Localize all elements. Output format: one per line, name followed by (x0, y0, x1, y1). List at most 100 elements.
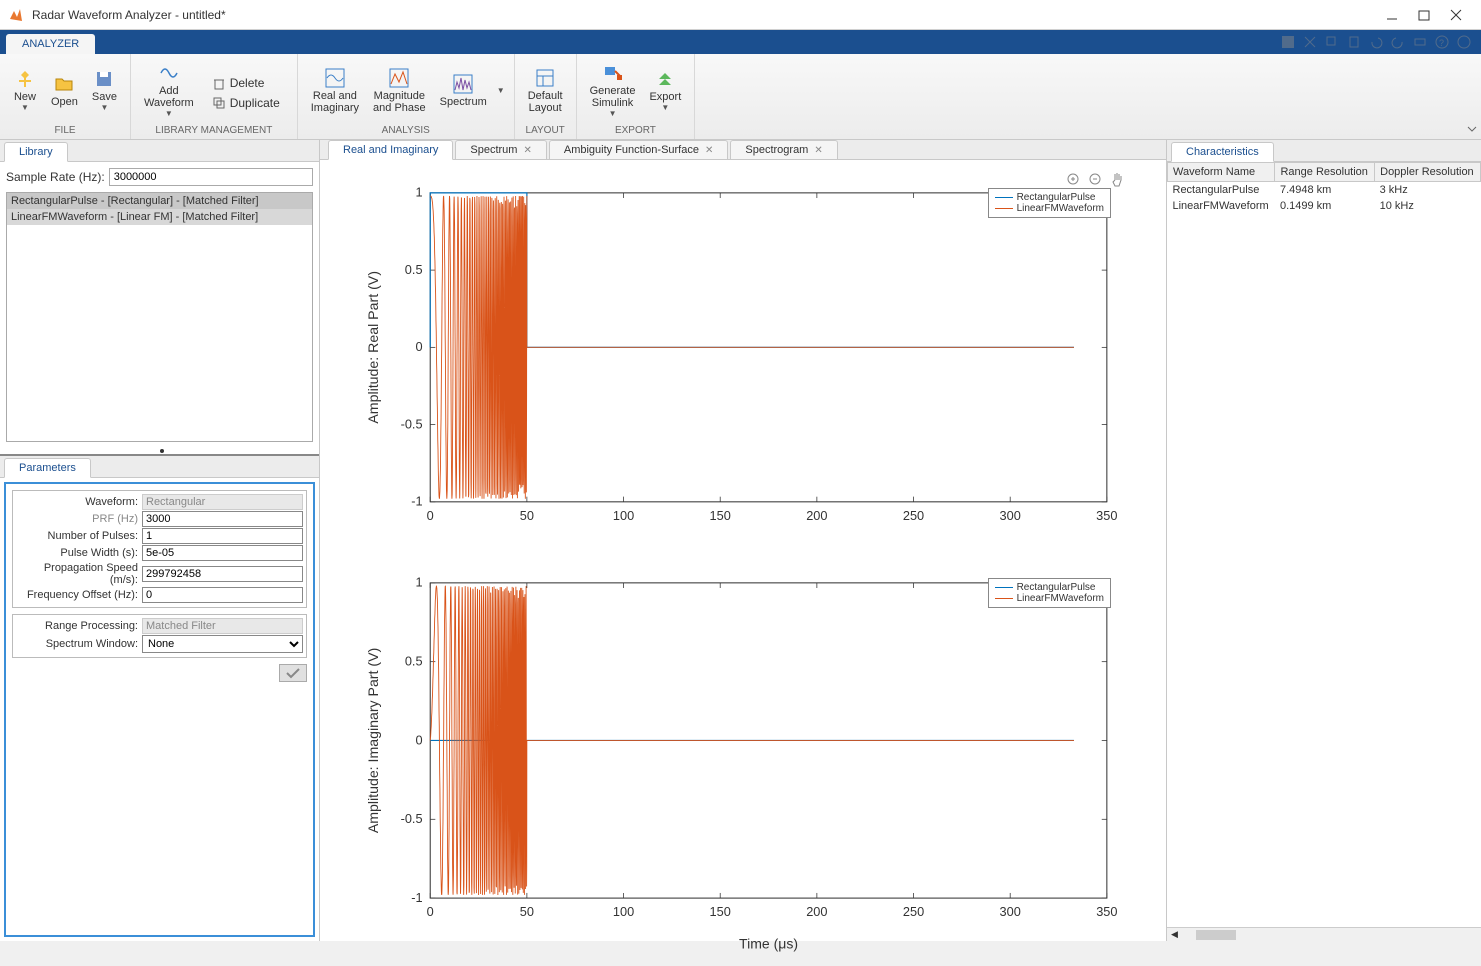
svg-text:200: 200 (806, 508, 827, 523)
magnitude-phase-button[interactable]: Magnitude and Phase (366, 65, 433, 117)
save-icon (94, 69, 114, 89)
save-button[interactable]: Save▼ (85, 66, 124, 115)
characteristics-tabbar: Characteristics (1167, 140, 1481, 162)
close-icon[interactable]: ✕ (814, 145, 822, 156)
svg-text:0: 0 (415, 733, 422, 748)
table-row[interactable]: LinearFMWaveform0.1499 km10 kHz (1168, 198, 1481, 214)
svg-text:0.5: 0.5 (405, 262, 423, 277)
svg-text:300: 300 (1000, 508, 1021, 523)
open-icon (54, 74, 74, 94)
svg-text:200: 200 (806, 905, 827, 920)
dropdown-arrow-icon: ▼ (661, 103, 669, 112)
apply-button[interactable] (279, 664, 307, 682)
svg-text:Amplitude: Real Part (V): Amplitude: Real Part (V) (365, 271, 381, 424)
analyzer-tab[interactable]: ANALYZER (6, 34, 95, 54)
print-icon[interactable] (1413, 35, 1427, 49)
analysis-dropdown[interactable]: ▼ (494, 83, 508, 98)
dropdown-arrow-icon: ▼ (609, 109, 617, 118)
table-row[interactable]: RectangularPulse7.4948 km3 kHz (1168, 182, 1481, 199)
library-group: Add Waveform▼ Delete Duplicate LIBRARY M… (131, 54, 298, 139)
list-item[interactable]: RectangularPulse - [Rectangular] - [Matc… (7, 193, 312, 209)
svg-text:0.5: 0.5 (405, 654, 423, 669)
imaginary-part-plot[interactable]: 050100150200250300350-1-0.500.51Amplitud… (360, 570, 1126, 956)
tab-real-imaginary[interactable]: Real and Imaginary (328, 140, 453, 160)
sample-rate-input[interactable] (109, 168, 313, 186)
tab-spectrogram[interactable]: Spectrogram✕ (730, 140, 837, 159)
range-processing-field (142, 618, 303, 634)
save-icon[interactable] (1281, 35, 1295, 49)
new-icon (15, 69, 35, 89)
layout-icon (535, 68, 555, 88)
close-icon[interactable]: ✕ (705, 145, 713, 156)
more-icon[interactable] (1457, 35, 1471, 49)
prf-field[interactable] (142, 511, 303, 527)
window-title: Radar Waveform Analyzer - untitled* (32, 8, 1385, 22)
prop-speed-field[interactable] (142, 566, 303, 582)
real-part-plot[interactable]: 050100150200250300350-1-0.500.51Amplitud… (360, 180, 1126, 540)
toolstrip-collapse-icon[interactable] (1467, 123, 1477, 137)
svg-text:350: 350 (1096, 905, 1117, 920)
titlebar: Radar Waveform Analyzer - untitled* (0, 0, 1481, 30)
close-button[interactable] (1449, 8, 1463, 22)
svg-text:100: 100 (613, 508, 634, 523)
generate-simulink-button[interactable]: Generate Simulink▼ (583, 60, 643, 121)
svg-text:300: 300 (1000, 905, 1021, 920)
sample-rate-label: Sample Rate (Hz): (6, 170, 105, 184)
file-group: New▼ Open Save▼ FILE (0, 54, 131, 139)
svg-text:150: 150 (710, 508, 731, 523)
minimize-button[interactable] (1385, 8, 1399, 22)
svg-text:250: 250 (903, 905, 924, 920)
tab-spectrum[interactable]: Spectrum✕ (455, 140, 546, 159)
undo-icon[interactable] (1369, 35, 1383, 49)
list-item[interactable]: LinearFMWaveform - [Linear FM] - [Matche… (7, 209, 312, 225)
dropdown-arrow-icon: ▼ (21, 103, 29, 112)
spectrum-button[interactable]: Spectrum (433, 71, 494, 111)
close-icon[interactable]: ✕ (523, 145, 531, 156)
horizontal-scrollbar[interactable]: ◀ (1167, 927, 1481, 941)
num-pulses-field[interactable] (142, 528, 303, 544)
svg-text:350: 350 (1096, 508, 1117, 523)
freq-offset-field[interactable] (142, 587, 303, 603)
help-icon[interactable]: ? (1435, 35, 1449, 49)
spectrum-window-select[interactable]: None (142, 635, 303, 653)
center-panel: Real and Imaginary Spectrum✕ Ambiguity F… (320, 140, 1166, 941)
waveform-list[interactable]: RectangularPulse - [Rectangular] - [Matc… (6, 192, 313, 442)
parameters-tab[interactable]: Parameters (4, 458, 91, 478)
characteristics-tab[interactable]: Characteristics (1171, 142, 1274, 162)
svg-text:0: 0 (427, 905, 434, 920)
table-header[interactable]: Doppler Resolution (1375, 163, 1481, 182)
tab-ambiguity[interactable]: Ambiguity Function-Surface✕ (549, 140, 729, 159)
plot-tabbar: Real and Imaginary Spectrum✕ Ambiguity F… (320, 140, 1166, 160)
open-button[interactable]: Open (44, 71, 85, 111)
cut-icon[interactable] (1303, 35, 1317, 49)
real-imaginary-button[interactable]: Real and Imaginary (304, 65, 366, 117)
table-header[interactable]: Range Resolution (1275, 163, 1375, 182)
svg-text:1: 1 (415, 185, 422, 200)
layout-group: Default Layout LAYOUT (515, 54, 577, 139)
duplicate-icon (212, 96, 226, 110)
maximize-button[interactable] (1417, 8, 1431, 22)
mag-phase-icon (389, 68, 409, 88)
pulse-width-field[interactable] (142, 545, 303, 561)
new-button[interactable]: New▼ (6, 66, 44, 115)
redo-icon[interactable] (1391, 35, 1405, 49)
copy-icon[interactable] (1325, 35, 1339, 49)
library-tab[interactable]: Library (4, 142, 68, 162)
default-layout-button[interactable]: Default Layout (521, 65, 570, 117)
svg-text:50: 50 (520, 905, 534, 920)
table-header[interactable]: Waveform Name (1168, 163, 1275, 182)
svg-text:-1: -1 (411, 494, 422, 509)
duplicate-button[interactable]: Duplicate (207, 93, 285, 113)
delete-button[interactable]: Delete (207, 73, 285, 93)
matlab-logo-icon (8, 7, 24, 23)
quick-access-toolbar: ? (1281, 30, 1481, 54)
dropdown-arrow-icon: ▼ (165, 109, 173, 118)
characteristics-table: Waveform Name Range Resolution Doppler R… (1167, 162, 1481, 214)
export-button[interactable]: Export▼ (642, 66, 688, 115)
paste-icon[interactable] (1347, 35, 1361, 49)
simulink-icon (603, 63, 623, 83)
export-icon (655, 69, 675, 89)
svg-text:100: 100 (613, 905, 634, 920)
add-waveform-button[interactable]: Add Waveform▼ (137, 60, 201, 121)
add-waveform-icon (159, 63, 179, 83)
